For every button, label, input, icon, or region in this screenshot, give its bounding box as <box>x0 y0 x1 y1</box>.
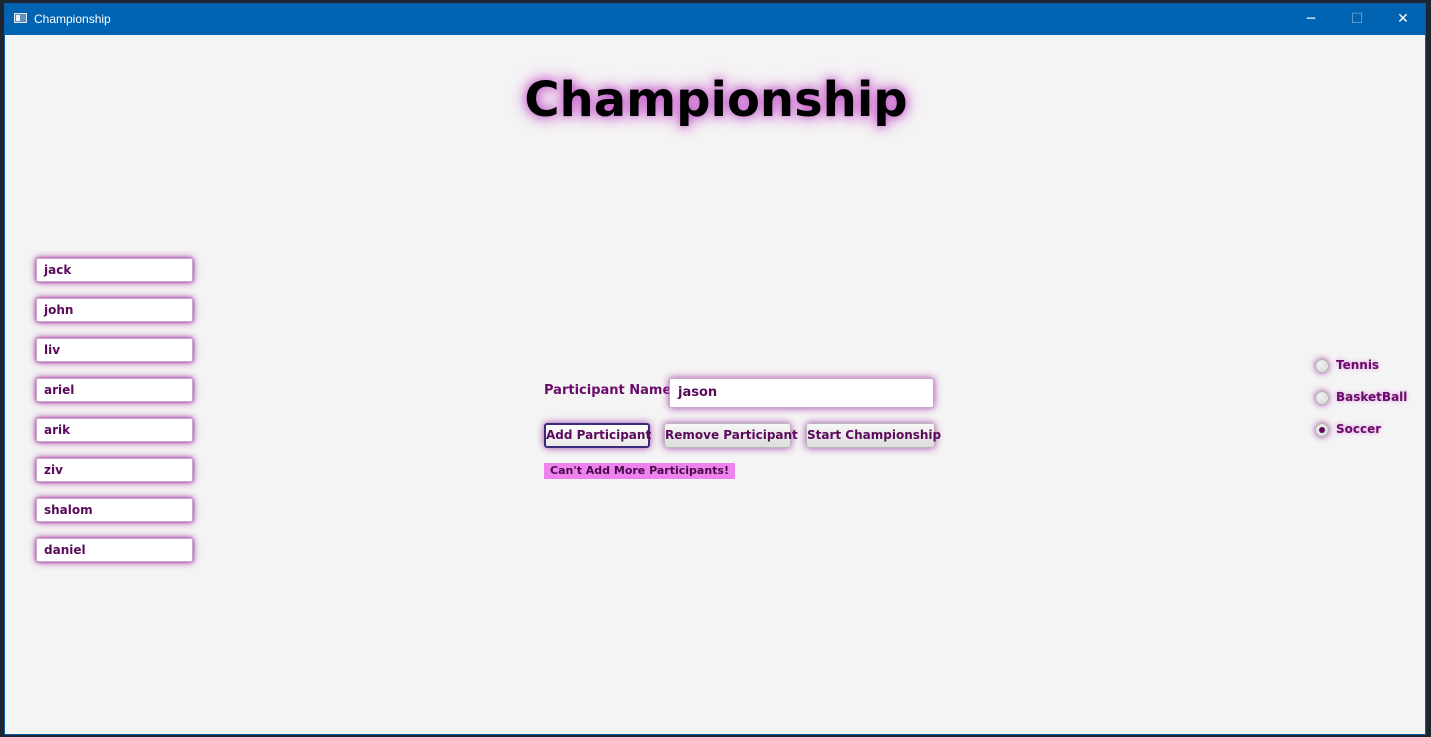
participant-field[interactable]: john <box>36 298 193 322</box>
participant-list: jack john liv ariel arik ziv shalom dani… <box>36 258 193 578</box>
close-button[interactable]: ✕ <box>1380 4 1426 35</box>
radio-label: BasketBall <box>1336 390 1408 404</box>
participant-field[interactable]: jack <box>36 258 193 282</box>
radio-label: Soccer <box>1336 422 1382 436</box>
minimize-button[interactable]: ─ <box>1288 4 1334 35</box>
add-participant-button[interactable]: Add Participant <box>544 423 651 448</box>
participant-name-label: Participant Name: <box>544 383 677 398</box>
participant-field[interactable]: liv <box>36 338 193 362</box>
participant-field[interactable]: ziv <box>36 458 193 482</box>
participant-field[interactable]: arik <box>36 418 193 442</box>
start-championship-button[interactable]: Start Championship <box>806 423 941 448</box>
error-message: Can't Add More Participants! <box>544 463 735 479</box>
radio-button[interactable] <box>1315 423 1329 437</box>
window-title: Championship <box>34 12 111 26</box>
radio-button[interactable] <box>1315 391 1329 405</box>
radio-button[interactable] <box>1315 359 1329 373</box>
participant-field[interactable]: ariel <box>36 378 193 402</box>
page-title: Championship <box>524 72 908 128</box>
participant-field[interactable]: shalom <box>36 498 193 522</box>
participant-name-input[interactable]: jason <box>669 378 934 408</box>
participant-field[interactable]: daniel <box>36 538 193 562</box>
app-icon <box>14 13 27 23</box>
app-window: Championship ─ ☐ ✕ Championship jack joh… <box>4 3 1426 735</box>
maximize-button[interactable]: ☐ <box>1334 4 1380 35</box>
title-bar[interactable]: Championship ─ ☐ ✕ <box>5 4 1425 35</box>
remove-participant-button[interactable]: Remove Participant <box>664 423 798 448</box>
radio-label: Tennis <box>1336 358 1380 372</box>
